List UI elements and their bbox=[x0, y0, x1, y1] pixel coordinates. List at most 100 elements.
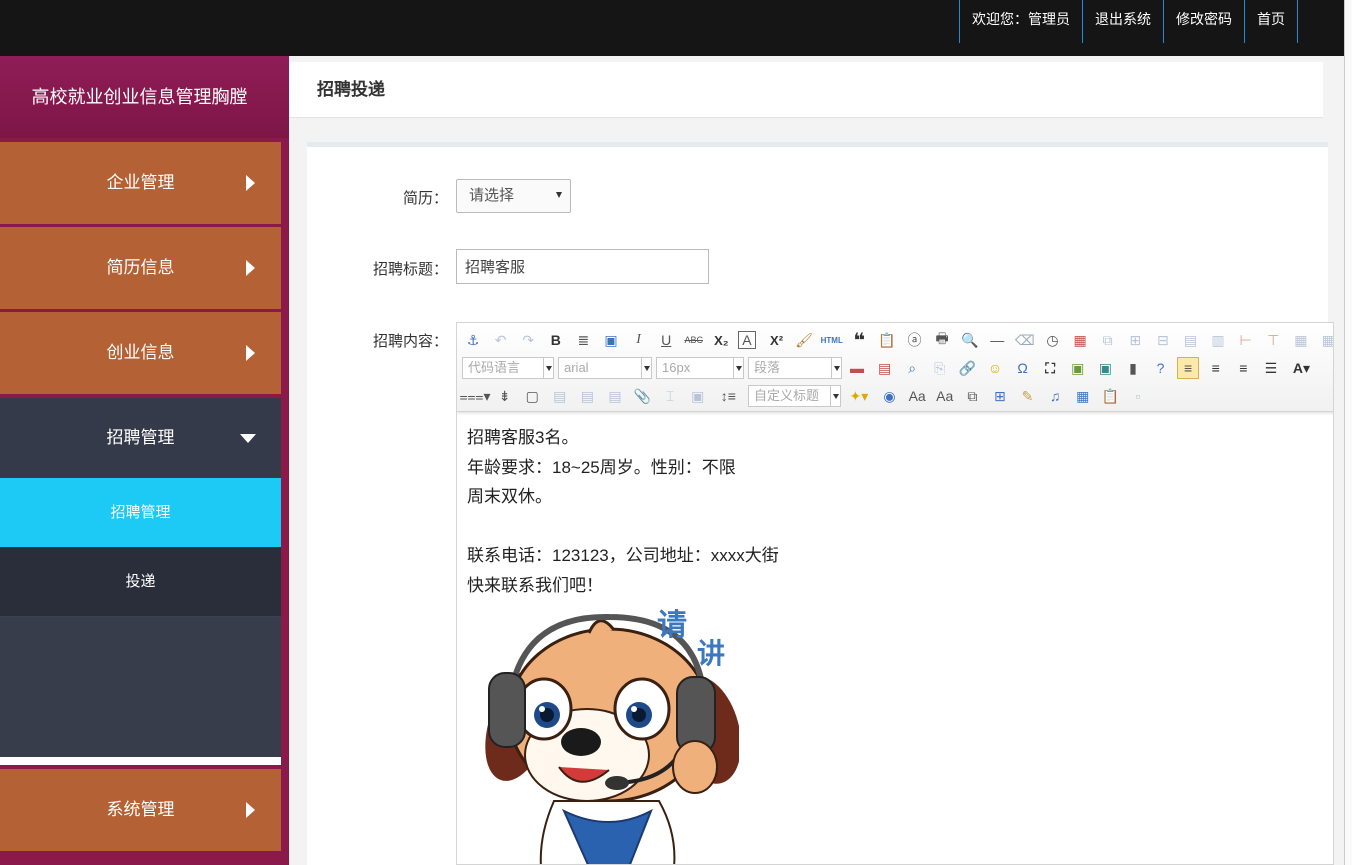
insert-frame-icon[interactable]: ▢ bbox=[521, 385, 543, 407]
anchor-icon[interactable]: ⚓ bbox=[462, 329, 484, 351]
sidebar-item-enterprise[interactable]: 企业管理 bbox=[0, 142, 281, 224]
underline-icon[interactable]: U bbox=[655, 329, 677, 351]
font-size-combo[interactable]: 16px bbox=[656, 357, 744, 379]
print-icon[interactable]: 🖶 bbox=[931, 329, 953, 351]
link-icon[interactable]: 🔗 bbox=[956, 357, 978, 379]
sidebar-item-system[interactable]: 系统管理 bbox=[0, 769, 281, 851]
date-icon[interactable]: ▦ bbox=[1069, 329, 1091, 351]
image-icon[interactable]: ▬ bbox=[846, 357, 868, 379]
strikethrough-icon[interactable]: ABC bbox=[683, 329, 705, 351]
home-link[interactable]: 首页 bbox=[1244, 0, 1298, 43]
paragraph-combo[interactable]: 段落 bbox=[748, 357, 842, 379]
combo-value: 自定义标题 bbox=[754, 388, 819, 403]
draft-icon[interactable]: ▫ bbox=[1127, 385, 1149, 407]
bold-icon[interactable]: B bbox=[545, 329, 567, 351]
change-password-link[interactable]: 修改密码 bbox=[1163, 0, 1244, 43]
background-icon[interactable]: ▣ bbox=[1094, 357, 1116, 379]
map-icon[interactable]: ◉ bbox=[879, 385, 901, 407]
help-icon[interactable]: ? bbox=[1150, 357, 1172, 379]
caret-right-icon bbox=[246, 802, 255, 818]
sidebar-item-startup[interactable]: 创业信息 bbox=[0, 312, 281, 394]
page-header: 招聘投递 bbox=[289, 62, 1323, 118]
align-right-icon[interactable]: ≡ bbox=[1205, 357, 1227, 379]
snapscreen-icon[interactable]: ⎘ bbox=[929, 357, 951, 379]
font-border-icon[interactable]: A bbox=[738, 331, 756, 349]
sidebar-subitem-recruitment-manage[interactable]: 招聘管理 bbox=[0, 478, 281, 547]
content-line: 联系电话：123123，公司地址：xxxx大街 bbox=[467, 541, 779, 571]
table-grid-icon[interactable]: ▦ bbox=[1290, 329, 1312, 351]
font-color-icon[interactable]: A▾ bbox=[1288, 357, 1316, 379]
insert-col-icon[interactable]: ⊟ bbox=[1152, 329, 1174, 351]
superscript-icon[interactable]: X² bbox=[766, 329, 788, 351]
insert-table-icon[interactable]: ⊞ bbox=[989, 385, 1011, 407]
html-icon[interactable]: HTML bbox=[821, 329, 843, 351]
welcome-user-link[interactable]: 欢迎您：管理员 bbox=[959, 0, 1082, 43]
eraser-icon[interactable]: ⌫ bbox=[1014, 329, 1036, 351]
subscript-icon[interactable]: X₂ bbox=[710, 329, 732, 351]
chevron-down-icon bbox=[830, 386, 840, 406]
combo-value: 16px bbox=[662, 360, 690, 375]
time-icon[interactable]: ◷ bbox=[1041, 329, 1063, 351]
cell-props-icon[interactable]: ▥ bbox=[1207, 329, 1229, 351]
sidebar-item-recruitment[interactable]: 招聘管理 bbox=[0, 398, 281, 478]
undo-icon[interactable]: ↶ bbox=[490, 329, 512, 351]
multi-image-icon[interactable]: ▤ bbox=[874, 357, 896, 379]
float-center-icon[interactable]: ▤ bbox=[604, 385, 626, 407]
magic-wand-icon[interactable]: ✦▾ bbox=[845, 385, 873, 407]
content-line: 快来联系我们吧！ bbox=[467, 571, 779, 601]
font-family-combo[interactable]: arial bbox=[558, 357, 652, 379]
italic-icon[interactable]: I bbox=[628, 329, 650, 351]
video-icon[interactable]: ▮ bbox=[1122, 357, 1144, 379]
table-grid-2-icon[interactable]: ▦ bbox=[1317, 329, 1334, 351]
paste-plain-icon[interactable]: 📋 bbox=[876, 329, 898, 351]
code-language-combo[interactable]: 代码语言 bbox=[462, 357, 554, 379]
merge-cells-icon[interactable]: ⧉ bbox=[1097, 329, 1119, 351]
sticker-text-1: 请 bbox=[657, 608, 687, 643]
split-cells-icon[interactable]: ⊢ bbox=[1235, 329, 1257, 351]
submenu-filler bbox=[0, 617, 281, 757]
binoculars-icon[interactable]: ⛶ bbox=[1039, 357, 1061, 379]
to-uppercase-icon[interactable]: Aa bbox=[934, 385, 956, 407]
align-left-icon[interactable]: ≡ bbox=[1177, 357, 1199, 379]
align-center-icon[interactable]: ≡ bbox=[1232, 357, 1254, 379]
align-justify-icon[interactable]: ☰ bbox=[1260, 357, 1282, 379]
word-image-icon[interactable]: ▣ bbox=[687, 385, 709, 407]
sidebar-item-resume[interactable]: 简历信息 bbox=[0, 227, 281, 309]
to-lowercase-icon[interactable]: Aa bbox=[906, 385, 928, 407]
insert-image-icon[interactable]: ▣ bbox=[1067, 357, 1089, 379]
float-left-icon[interactable]: ▤ bbox=[549, 385, 571, 407]
insert-row-icon[interactable]: ⊞ bbox=[1124, 329, 1146, 351]
preview-icon[interactable]: 🔍 bbox=[959, 329, 981, 351]
auto-format-icon[interactable]: ⓐ bbox=[904, 329, 926, 351]
scrawl-icon[interactable]: ✎ bbox=[1017, 385, 1039, 407]
music-icon[interactable]: ♫ bbox=[1044, 385, 1066, 407]
chevron-down-icon bbox=[831, 358, 841, 378]
row-spacing-bottom-icon[interactable]: ⇟ bbox=[494, 385, 516, 407]
format-brush-icon[interactable]: 🖌 bbox=[793, 329, 815, 351]
line-height-icon[interactable]: ↕≡ bbox=[714, 385, 742, 407]
row-spacing-top-icon[interactable]: ⩶▾ bbox=[462, 385, 488, 407]
special-char-icon[interactable]: Ω bbox=[1012, 357, 1034, 379]
page-break-icon[interactable]: ⌶ bbox=[659, 385, 681, 407]
editor-content[interactable]: 招聘客服3名。 年龄要求：18~25周岁。性别：不限 周末双休。 联系电话：12… bbox=[467, 423, 779, 601]
attachment-icon[interactable]: 📎 bbox=[632, 385, 654, 407]
horizontal-rule-icon[interactable]: — bbox=[986, 329, 1008, 351]
sidebar-subitem-delivery[interactable]: 投递 bbox=[0, 547, 281, 617]
template-icon[interactable]: ⧉ bbox=[961, 385, 983, 407]
table-icon[interactable]: ▦ bbox=[1072, 385, 1094, 407]
title-input[interactable] bbox=[456, 249, 709, 284]
blockquote-icon[interactable]: ❝ bbox=[848, 329, 870, 351]
emoticon-icon[interactable]: ☺ bbox=[984, 357, 1006, 379]
logout-link[interactable]: 退出系统 bbox=[1082, 0, 1163, 43]
indent-icon[interactable]: ≣ bbox=[572, 329, 594, 351]
custom-title-combo[interactable]: 自定义标题 bbox=[748, 385, 841, 407]
delete-col-icon[interactable]: ⊤ bbox=[1262, 329, 1284, 351]
search-replace-icon[interactable]: ⌕ bbox=[901, 357, 923, 379]
float-right-icon[interactable]: ▤ bbox=[576, 385, 598, 407]
paste-icon[interactable]: 📋 bbox=[1099, 385, 1121, 407]
table-props-icon[interactable]: ▤ bbox=[1179, 329, 1201, 351]
resume-select[interactable]: 请选择 bbox=[456, 179, 571, 213]
redo-icon[interactable]: ↷ bbox=[517, 329, 539, 351]
select-all-icon[interactable]: ▣ bbox=[600, 329, 622, 351]
rich-text-editor[interactable]: ⚓ ↶ ↷ B ≣ ▣ I U ABC X₂ A X² 🖌 HTML ❝ 📋 ⓐ… bbox=[456, 322, 1334, 865]
